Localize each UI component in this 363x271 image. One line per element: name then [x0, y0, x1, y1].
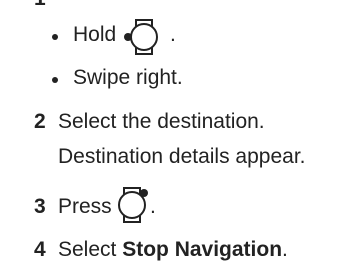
step-number-2: 2 — [34, 110, 46, 133]
watch-button-left-icon — [124, 19, 158, 55]
step-number-4: 4 — [34, 238, 46, 261]
step3-suffix: . — [150, 195, 156, 218]
watch-button-top-right-icon — [118, 187, 148, 223]
step2-text: Select the destination. — [58, 110, 265, 133]
step4-prefix: Select — [58, 238, 123, 261]
step4-suffix: . — [282, 238, 288, 261]
step4-line: Select Stop Navigation. — [58, 238, 288, 262]
step3-text: Press — [58, 195, 112, 218]
step2-result: Destination details appear. — [58, 145, 306, 168]
step1-option-1-suffix: . — [170, 23, 176, 46]
bullet — [52, 77, 58, 83]
step1-option-1-text: Hold — [73, 23, 117, 46]
step-number-3: 3 — [34, 195, 46, 218]
bullet — [52, 34, 58, 40]
step1-option-2-text: Swipe right. — [73, 66, 183, 89]
step-number-1: 1 — [34, 0, 46, 11]
step4-bold-label: Stop Navigation — [122, 238, 283, 261]
